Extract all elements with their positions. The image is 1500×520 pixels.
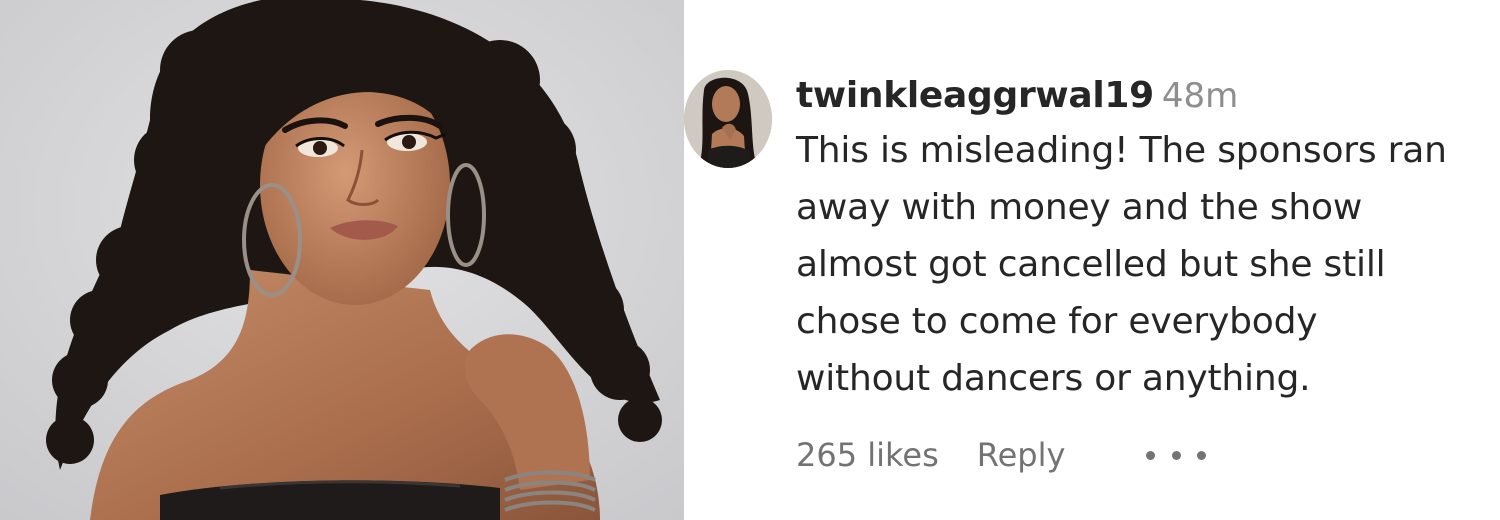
more-dot xyxy=(1146,450,1155,460)
more-dot xyxy=(1171,450,1181,460)
comment-text-line: chose to come for everybody xyxy=(796,301,1318,342)
portrait-photo xyxy=(0,0,684,520)
comment-meta: twinkleaggrwal19 48m xyxy=(796,70,1496,122)
comment-text-line: almost got cancelled but she still xyxy=(796,244,1386,285)
more-options-icon[interactable] xyxy=(1146,430,1206,480)
profile-avatar[interactable] xyxy=(684,70,772,168)
comment-actions: 265 likes Reply xyxy=(796,430,1206,480)
comment-text-line: away with money and the show xyxy=(796,187,1363,228)
comment-card: twinkleaggrwal19 48m This is misleading! … xyxy=(684,0,1500,520)
comment-text-line: This is misleading! The sponsors ran xyxy=(796,130,1447,171)
comment-username[interactable]: twinkleaggrwal19 xyxy=(796,75,1154,116)
comment-body: twinkleaggrwal19 48m This is misleading! … xyxy=(796,70,1496,407)
reply-button[interactable]: Reply xyxy=(977,436,1066,474)
comment-text: This is misleading! The sponsors ran awa… xyxy=(796,122,1496,407)
comment-text-line: without dancers or anything. xyxy=(796,358,1311,399)
more-dot xyxy=(1197,450,1206,460)
likes-count[interactable]: 265 likes xyxy=(796,436,939,474)
comment-timestamp[interactable]: 48m xyxy=(1162,76,1238,116)
